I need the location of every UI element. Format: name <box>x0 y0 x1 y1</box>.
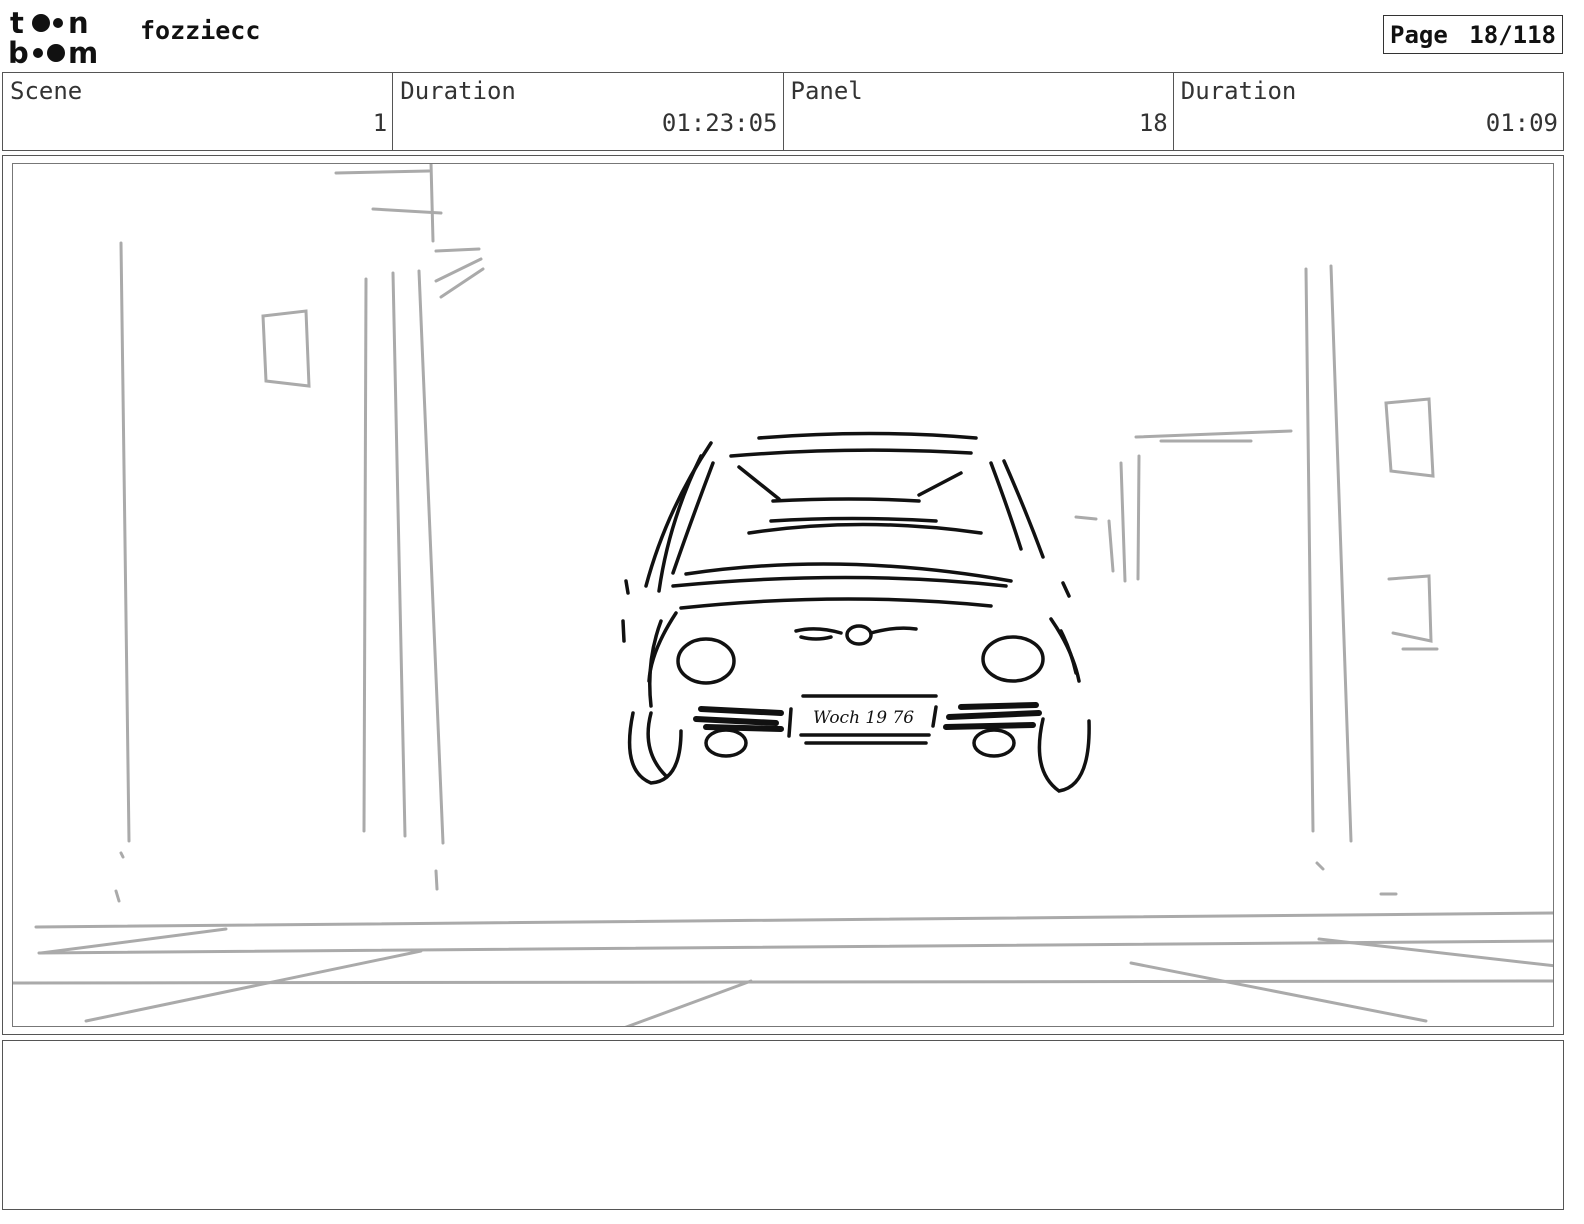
scene-value: 1 <box>372 109 388 137</box>
panel-duration-cell: Duration 01:09 <box>1174 73 1563 150</box>
scene-info-row: Scene 1 Duration 01:23:05 Panel 18 Durat… <box>2 72 1564 151</box>
svg-text:m: m <box>68 36 98 66</box>
panel-duration-label: Duration <box>1180 77 1297 105</box>
svg-text:n: n <box>68 6 89 40</box>
scene-duration-cell: Duration 01:23:05 <box>393 73 784 150</box>
page-number: 18/118 <box>1469 20 1556 49</box>
storyboard-panel-image: Woch 19 76 <box>12 163 1554 1027</box>
license-plate-text: Woch 19 76 <box>813 708 914 728</box>
panel-label: Panel <box>790 77 863 105</box>
svg-text:b: b <box>8 36 29 66</box>
scene-duration-label: Duration <box>400 77 516 105</box>
page-label: Page <box>1390 20 1448 49</box>
svg-text:t: t <box>10 6 24 40</box>
scene-cell: Scene 1 <box>3 73 394 150</box>
panel-duration-value: 01:09 <box>1485 109 1558 137</box>
scene-duration-value: 01:23:05 <box>661 109 778 137</box>
toonboom-logo: t n b m <box>6 6 118 70</box>
scene-label: Scene <box>10 77 83 105</box>
panel-notes-area[interactable] <box>2 1040 1564 1210</box>
page-indicator: Page 18/118 <box>1383 15 1563 54</box>
project-title: fozziecc <box>140 16 261 45</box>
panel-cell: Panel 18 <box>784 73 1174 150</box>
panel-value: 18 <box>1138 109 1168 137</box>
